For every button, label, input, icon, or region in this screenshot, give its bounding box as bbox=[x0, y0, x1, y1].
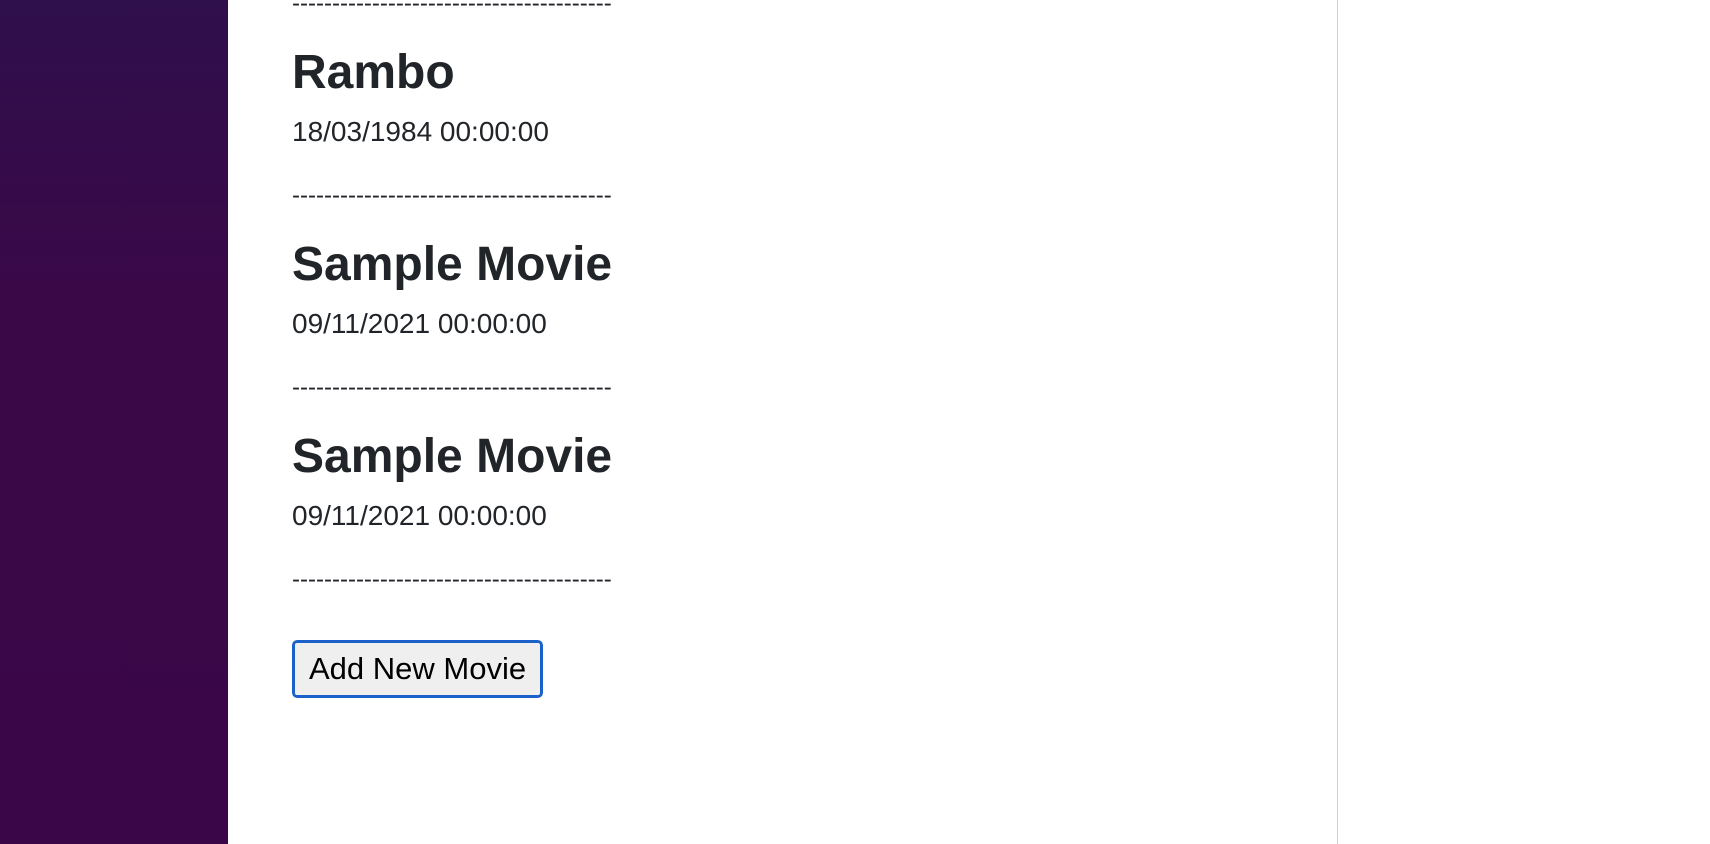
movie-list: ----------------------------------------… bbox=[290, 0, 1192, 699]
divider bbox=[1337, 0, 1338, 844]
movie-title: Rambo bbox=[292, 46, 455, 99]
list-item: Rambo 18/03/1984 00:00:00 bbox=[292, 44, 1192, 150]
add-new-movie-button[interactable]: Add New Movie bbox=[290, 639, 545, 699]
separator: ---------------------------------------- bbox=[292, 374, 612, 401]
movie-date: 09/11/2021 00:00:00 bbox=[292, 500, 547, 531]
movie-date: 18/03/1984 00:00:00 bbox=[292, 116, 549, 147]
separator: ---------------------------------------- bbox=[292, 0, 612, 17]
movie-date: 09/11/2021 00:00:00 bbox=[292, 308, 547, 339]
main-content: ----------------------------------------… bbox=[228, 0, 1338, 844]
separator: ---------------------------------------- bbox=[292, 182, 612, 209]
movie-title: Sample Movie bbox=[292, 430, 613, 483]
movie-title: Sample Movie bbox=[292, 238, 613, 291]
app-root: ----------------------------------------… bbox=[0, 0, 1710, 844]
sidebar bbox=[0, 0, 228, 844]
list-item: Sample Movie 09/11/2021 00:00:00 bbox=[292, 428, 1192, 534]
separator: ---------------------------------------- bbox=[292, 566, 612, 593]
list-item: Sample Movie 09/11/2021 00:00:00 bbox=[292, 236, 1192, 342]
